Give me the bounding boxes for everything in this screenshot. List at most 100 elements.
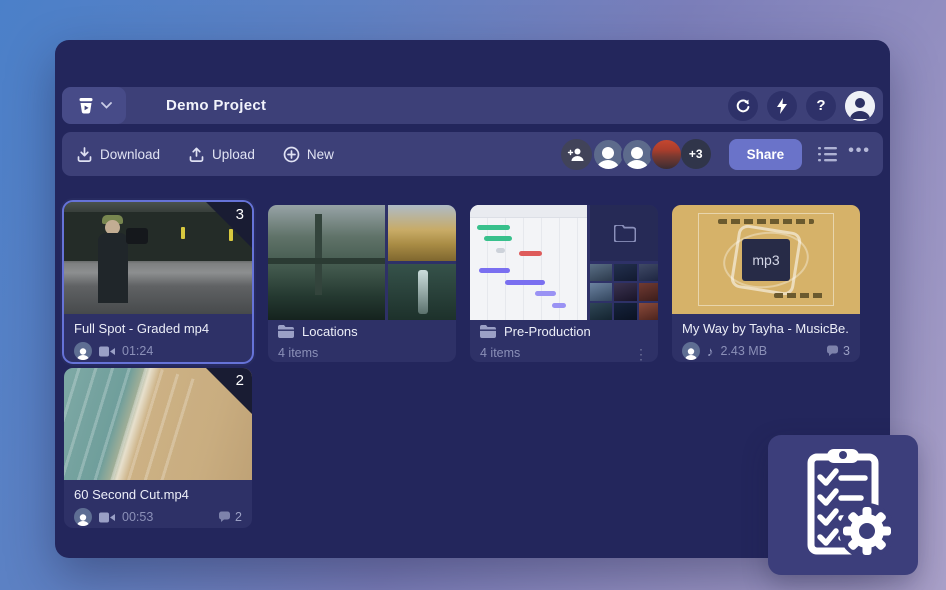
art-fragment	[98, 233, 128, 303]
collaborator-avatar-photo[interactable]	[650, 138, 683, 171]
card-footer: My Way by Tayha - MusicBe. ♪ 2.43 MB 3	[672, 314, 860, 360]
art-fragment	[479, 268, 509, 273]
art-fragment	[268, 258, 385, 264]
clipboard-gear-icon	[791, 447, 895, 563]
asset-title: My Way by Tayha - MusicBe.	[682, 321, 850, 336]
art-fragment	[718, 219, 814, 224]
folder-icon	[480, 325, 496, 338]
more-options-icon[interactable]: •••	[848, 142, 871, 166]
app-logo-icon	[76, 97, 96, 115]
chevron-down-icon	[101, 102, 112, 109]
folder-items-row: 4 items ⋮	[480, 346, 648, 362]
folder-items-count: 4 items	[480, 346, 520, 362]
members-overflow-badge[interactable]: +3	[681, 139, 711, 169]
photo-grid-tile	[590, 264, 658, 320]
duration-label: 01:24	[122, 344, 153, 358]
add-collaborator-button[interactable]	[561, 139, 592, 170]
video-camera-icon	[99, 346, 115, 357]
download-button[interactable]: Download	[76, 146, 160, 163]
art-fragment	[470, 205, 587, 218]
art-fragment	[268, 205, 385, 320]
art-fragment	[470, 205, 587, 320]
asset-card-video[interactable]: 2 60 Second Cut.mp4 00:53 2	[64, 368, 252, 528]
comment-bubble-icon	[826, 345, 839, 357]
folder-thumbnail-mosaic	[470, 205, 658, 317]
art-fragment	[126, 228, 148, 244]
duration-label: 00:53	[122, 510, 153, 524]
audio-format-badge: mp3	[742, 239, 790, 281]
audio-artwork: mp3	[672, 205, 860, 314]
folder-title-row: Pre-Production	[480, 324, 648, 339]
art-fragment	[552, 303, 566, 308]
art-fragment	[484, 236, 512, 241]
folder-card-pre-production[interactable]: Pre-Production 4 items ⋮	[470, 205, 658, 362]
download-icon	[76, 146, 93, 163]
version-count: 2	[236, 372, 244, 389]
upload-button[interactable]: Upload	[188, 146, 255, 163]
art-fragment	[496, 248, 505, 253]
folder-title-row: Locations	[278, 324, 446, 339]
spacer	[520, 346, 634, 362]
refresh-icon	[735, 98, 751, 114]
lightning-icon	[775, 98, 789, 114]
file-size-label: 2.43 MB	[721, 344, 768, 358]
folder-title: Pre-Production	[504, 324, 591, 339]
list-view-icon[interactable]	[818, 146, 838, 163]
art-fragment	[590, 283, 612, 300]
version-corner-badge	[206, 202, 252, 248]
card-footer: Full Spot - Graded mp4 01:24	[64, 314, 252, 360]
art-fragment	[614, 283, 636, 300]
art-fragment	[774, 293, 826, 298]
comment-count: 2	[235, 510, 242, 524]
music-note-icon: ♪	[707, 344, 714, 359]
art-fragment	[388, 205, 456, 261]
person-icon	[845, 91, 875, 121]
title-bar: Demo Project ?	[62, 87, 883, 124]
asset-card-video[interactable]: 3 Full Spot - Graded mp4 01:24	[64, 202, 252, 362]
app-window: Demo Project ?	[55, 40, 890, 558]
collaborator-avatar[interactable]	[621, 138, 654, 171]
art-fragment	[477, 225, 510, 230]
art-fragment	[418, 270, 428, 315]
art-fragment	[315, 214, 322, 295]
asset-title: Full Spot - Graded mp4	[74, 321, 242, 336]
share-button[interactable]: Share	[729, 139, 803, 170]
version-corner-badge	[206, 368, 252, 414]
folder-card-locations[interactable]: Locations 4 items	[268, 205, 456, 362]
kebab-menu-icon[interactable]: ⋮	[634, 346, 648, 362]
new-button[interactable]: New	[283, 146, 334, 163]
folder-icon	[278, 325, 294, 338]
video-thumbnail: 2	[64, 368, 252, 480]
art-fragment	[96, 212, 130, 304]
comment-count: 3	[843, 344, 850, 358]
art-fragment	[639, 283, 659, 300]
art-fragment	[614, 303, 636, 320]
toolbar-left: Download Upload New	[62, 146, 334, 163]
art-fragment	[64, 368, 195, 480]
art-fragment	[535, 291, 556, 296]
art-fragment	[505, 280, 545, 285]
comments-group[interactable]: 2	[218, 510, 242, 524]
folder-items-count: 4 items	[278, 346, 446, 360]
art-fragment	[470, 205, 587, 320]
help-button[interactable]: ?	[806, 91, 836, 121]
version-count: 3	[236, 206, 244, 223]
asset-meta: 01:24	[74, 342, 242, 360]
collaborator-avatar[interactable]	[592, 138, 625, 171]
desktop-background: { "window": { "title": "Demo Project" },…	[0, 0, 946, 590]
comments-group[interactable]: 3	[826, 344, 850, 358]
user-avatar[interactable]	[845, 91, 875, 121]
boost-button[interactable]	[767, 91, 797, 121]
refresh-button[interactable]	[728, 91, 758, 121]
project-menu-button[interactable]	[62, 87, 126, 124]
question-icon: ?	[816, 97, 825, 114]
asset-card-audio[interactable]: mp3 My Way by Tayha - MusicBe. ♪ 2.43 MB…	[672, 205, 860, 362]
video-thumbnail: 3	[64, 202, 252, 314]
page-title: Demo Project	[166, 97, 266, 114]
folder-icon	[614, 225, 636, 242]
art-fragment	[639, 303, 659, 320]
video-camera-icon	[99, 512, 115, 523]
art-fragment	[590, 264, 612, 281]
card-footer: Pre-Production 4 items ⋮	[470, 317, 658, 362]
asset-title: 60 Second Cut.mp4	[74, 487, 242, 502]
